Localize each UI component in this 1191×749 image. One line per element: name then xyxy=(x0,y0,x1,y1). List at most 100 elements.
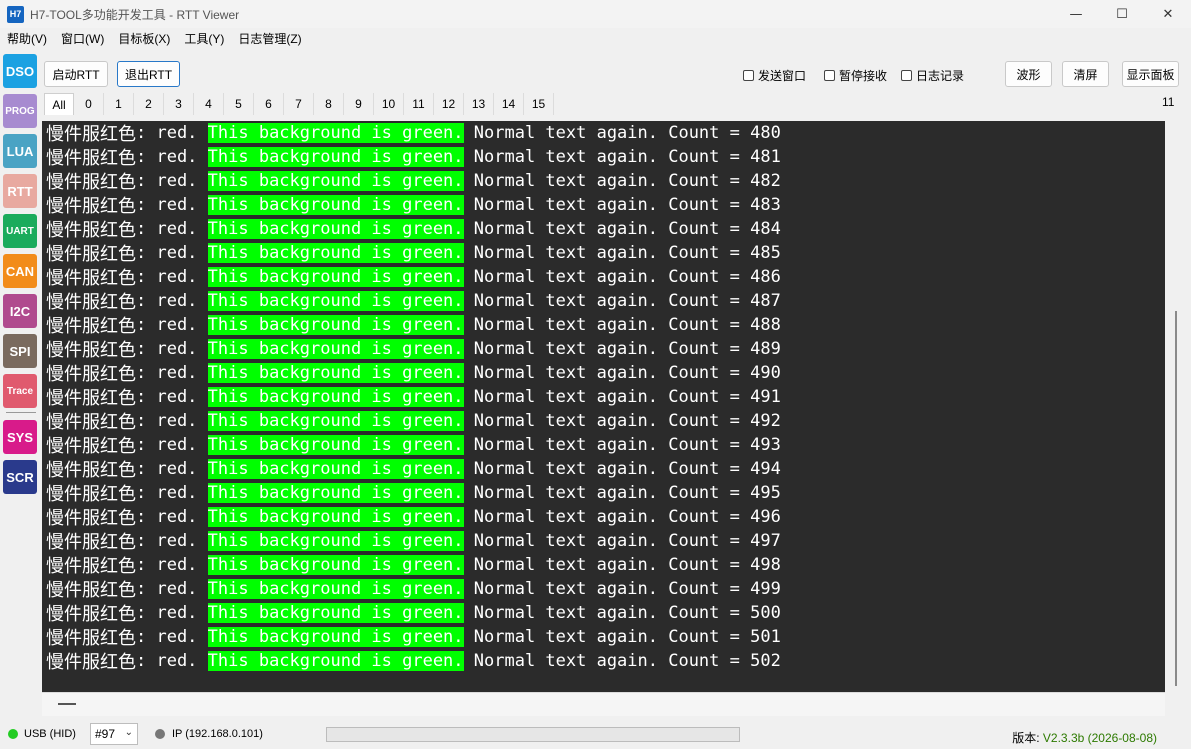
line-green-highlight: This background is green. xyxy=(207,243,464,263)
tool-sys-button[interactable]: SYS xyxy=(3,420,37,454)
tool-rtt-button[interactable]: RTT xyxy=(3,174,37,208)
tab-11[interactable]: 11 xyxy=(404,93,434,115)
send-window-label: 发送窗口 xyxy=(758,69,807,83)
tab-12[interactable]: 12 xyxy=(434,93,464,115)
tab-15[interactable]: 15 xyxy=(524,93,554,115)
line-prefix: 慢件服红色 xyxy=(46,268,136,289)
checkbox-box[interactable] xyxy=(901,70,912,81)
line-prefix: 慢件服红色 xyxy=(46,508,136,529)
line-count: 483 xyxy=(750,195,781,215)
terminal-line: 慢件服红色: red. This background is green. No… xyxy=(46,337,781,361)
line-normal-text: Normal text again. Count = xyxy=(463,147,751,167)
line-red-text: : red. xyxy=(136,315,208,335)
checkbox-box[interactable] xyxy=(743,70,754,81)
line-normal-text: Normal text again. Count = xyxy=(463,507,751,527)
line-red-text: : red. xyxy=(136,387,208,407)
line-normal-text: Normal text again. Count = xyxy=(463,603,751,623)
stop-rtt-button[interactable]: 退出RTT xyxy=(117,61,180,87)
tool-can-button[interactable]: CAN xyxy=(3,254,37,288)
tab-1[interactable]: 1 xyxy=(104,93,134,115)
tool-trace-button[interactable]: Trace xyxy=(3,374,37,408)
menu-log-management[interactable]: 日志管理(Z) xyxy=(231,30,308,47)
line-red-text: : red. xyxy=(136,339,208,359)
line-normal-text: Normal text again. Count = xyxy=(463,483,751,503)
close-button[interactable]: ✕ xyxy=(1145,0,1191,28)
terminal-line: 慢件服红色: red. This background is green. No… xyxy=(46,481,781,505)
tab-5[interactable]: 5 xyxy=(224,93,254,115)
tool-prog-button[interactable]: PROG xyxy=(3,94,37,128)
line-green-highlight: This background is green. xyxy=(207,147,464,167)
pause-receive-label: 暂停接收 xyxy=(839,69,888,83)
line-count: 480 xyxy=(750,123,781,143)
tool-uart-button[interactable]: UART xyxy=(3,214,37,248)
waveform-button[interactable]: 波形 xyxy=(1005,61,1052,87)
line-normal-text: Normal text again. Count = xyxy=(463,315,751,335)
terminal-line: 慢件服红色: red. This background is green. No… xyxy=(46,577,781,601)
menu-target-board[interactable]: 目标板(X) xyxy=(111,30,177,47)
terminal-scrollbar[interactable] xyxy=(1165,121,1180,692)
device-select[interactable]: #97 ⌄ xyxy=(90,723,138,745)
tab-all[interactable]: All xyxy=(44,93,74,115)
tab-10[interactable]: 10 xyxy=(374,93,404,115)
line-red-text: : red. xyxy=(136,507,208,527)
minimize-button[interactable]: — xyxy=(1053,0,1099,28)
line-green-highlight: This background is green. xyxy=(207,219,464,239)
version-value: V2.3.3b (2026-08-08) xyxy=(1042,731,1157,745)
line-red-text: : red. xyxy=(136,243,208,263)
tab-0[interactable]: 0 xyxy=(74,93,104,115)
tab-9[interactable]: 9 xyxy=(344,93,374,115)
tab-8[interactable]: 8 xyxy=(314,93,344,115)
maximize-button[interactable]: ☐ xyxy=(1099,0,1145,28)
tab-7[interactable]: 7 xyxy=(284,93,314,115)
line-normal-text: Normal text again. Count = xyxy=(463,579,751,599)
tab-6[interactable]: 6 xyxy=(254,93,284,115)
log-record-label: 日志记录 xyxy=(916,69,965,83)
send-window-checkbox[interactable]: 发送窗口 xyxy=(743,67,806,84)
log-record-checkbox[interactable]: 日志记录 xyxy=(901,67,964,84)
line-prefix: 慢件服红色 xyxy=(46,604,136,625)
line-count: 484 xyxy=(750,219,781,239)
collapse-handle-icon[interactable] xyxy=(58,703,76,705)
line-prefix: 慢件服红色 xyxy=(46,124,136,145)
line-prefix: 慢件服红色 xyxy=(46,220,136,241)
tab-13[interactable]: 13 xyxy=(464,93,494,115)
line-prefix: 慢件服红色 xyxy=(46,484,136,505)
sidebar-divider xyxy=(6,412,36,413)
usb-status-icon xyxy=(8,729,18,739)
line-red-text: : red. xyxy=(136,171,208,191)
line-green-highlight: This background is green. xyxy=(207,507,464,527)
checkbox-box[interactable] xyxy=(824,70,835,81)
usb-status-label: USB (HID) xyxy=(24,728,76,740)
tool-scr-button[interactable]: SCR xyxy=(3,460,37,494)
line-count: 481 xyxy=(750,147,781,167)
show-panel-button[interactable]: 显示面板 xyxy=(1122,61,1179,87)
tab-2[interactable]: 2 xyxy=(134,93,164,115)
rtt-terminal-output[interactable]: 慢件服红色: red. This background is green. No… xyxy=(42,121,1165,692)
line-count: 497 xyxy=(750,531,781,551)
line-count: 499 xyxy=(750,579,781,599)
line-normal-text: Normal text again. Count = xyxy=(463,291,751,311)
tab-14[interactable]: 14 xyxy=(494,93,524,115)
pause-receive-checkbox[interactable]: 暂停接收 xyxy=(824,67,887,84)
terminal-line: 慢件服红色: red. This background is green. No… xyxy=(46,409,781,433)
tool-dso-button[interactable]: DSO xyxy=(3,54,37,88)
menu-help[interactable]: 帮助(V) xyxy=(0,30,54,47)
tab-4[interactable]: 4 xyxy=(194,93,224,115)
menu-tools[interactable]: 工具(Y) xyxy=(177,30,231,47)
line-prefix: 慢件服红色 xyxy=(46,412,136,433)
clear-screen-button[interactable]: 清屏 xyxy=(1062,61,1109,87)
terminal-line: 慢件服红色: red. This background is green. No… xyxy=(46,289,781,313)
tab-3[interactable]: 3 xyxy=(164,93,194,115)
tool-spi-button[interactable]: SPI xyxy=(3,334,37,368)
line-green-highlight: This background is green. xyxy=(207,267,464,287)
line-normal-text: Normal text again. Count = xyxy=(463,195,751,215)
menu-window[interactable]: 窗口(W) xyxy=(54,30,111,47)
line-count: 496 xyxy=(750,507,781,527)
line-red-text: : red. xyxy=(136,195,208,215)
scrollbar-thumb[interactable] xyxy=(1175,311,1177,686)
start-rtt-button[interactable]: 启动RTT xyxy=(44,61,108,87)
tool-i2c-button[interactable]: I2C xyxy=(3,294,37,328)
terminal-input-strip[interactable] xyxy=(42,692,1165,716)
line-prefix: 慢件服红色 xyxy=(46,244,136,265)
tool-lua-button[interactable]: LUA xyxy=(3,134,37,168)
